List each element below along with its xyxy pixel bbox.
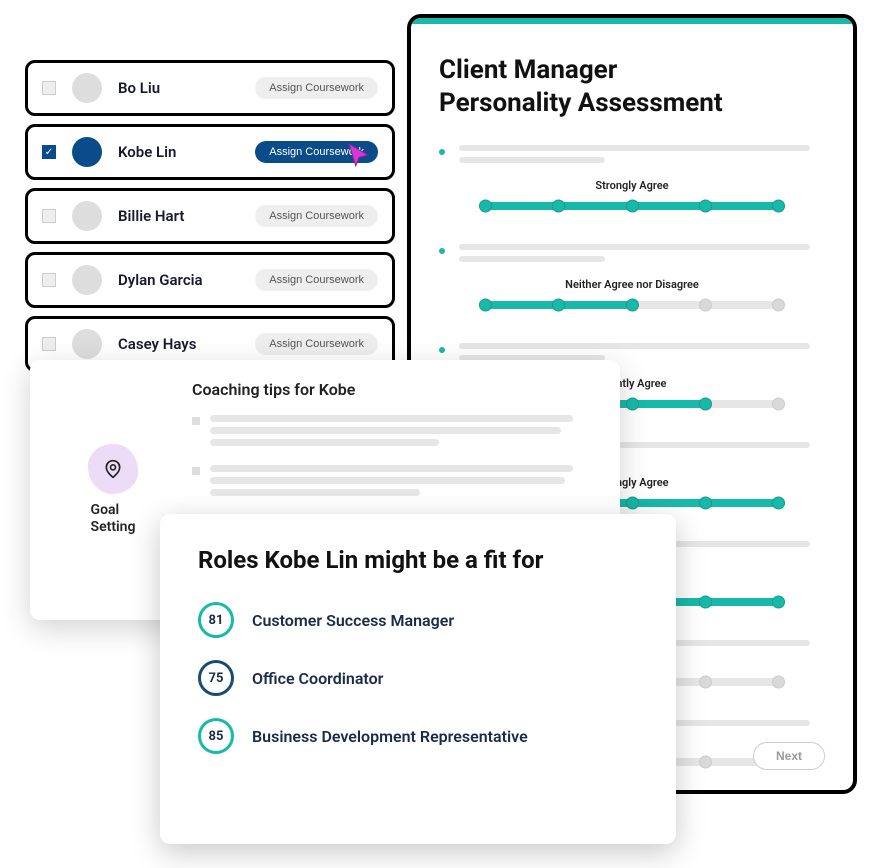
user-name: Bo Liu xyxy=(118,79,239,97)
answer-label: Strongly Agree xyxy=(439,179,825,192)
user-row[interactable]: Dylan Garcia Assign Coursework xyxy=(25,252,395,308)
coaching-category: Goal Setting xyxy=(91,502,136,536)
slider-dot[interactable] xyxy=(699,200,712,213)
tip-item xyxy=(192,415,592,451)
role-item[interactable]: 81 Customer Success Manager xyxy=(198,602,638,638)
user-row[interactable]: ✓ Kobe Lin Assign Coursework xyxy=(25,124,395,180)
user-list-panel: Bo Liu Assign Coursework ✓ Kobe Lin Assi… xyxy=(25,60,395,380)
user-name: Casey Hays xyxy=(118,335,239,353)
slider-dot[interactable] xyxy=(772,596,785,609)
checkbox[interactable] xyxy=(42,81,56,95)
user-row[interactable]: Billie Hart Assign Coursework xyxy=(25,188,395,244)
score-circle: 75 xyxy=(198,660,234,696)
next-button[interactable]: Next xyxy=(753,742,825,770)
slider-dot[interactable] xyxy=(699,398,712,411)
avatar xyxy=(72,201,102,231)
coaching-title: Coaching tips for Kobe xyxy=(192,380,592,399)
avatar xyxy=(72,73,102,103)
bullet-icon xyxy=(439,248,445,254)
user-name: Billie Hart xyxy=(118,207,239,225)
slider-dot[interactable] xyxy=(772,676,785,689)
tip-item xyxy=(192,465,592,501)
avatar xyxy=(72,137,102,167)
score-circle: 85 xyxy=(198,718,234,754)
user-row[interactable]: Bo Liu Assign Coursework xyxy=(25,60,395,116)
assign-coursework-button[interactable]: Assign Coursework xyxy=(255,77,378,99)
slider-dot[interactable] xyxy=(699,497,712,510)
slider-dot[interactable] xyxy=(479,299,492,312)
assign-coursework-button[interactable]: Assign Coursework xyxy=(255,333,378,355)
slider-dot[interactable] xyxy=(699,596,712,609)
slider-dot[interactable] xyxy=(772,497,785,510)
assign-coursework-button[interactable]: Assign Coursework xyxy=(255,269,378,291)
slider-dot[interactable] xyxy=(699,676,712,689)
slider-dot[interactable] xyxy=(772,200,785,213)
question-block: Neither Agree nor Disagree xyxy=(439,244,825,313)
bullet-icon xyxy=(439,149,445,155)
slider-dot[interactable] xyxy=(626,398,639,411)
question-block: Strongly Agree xyxy=(439,145,825,214)
checkbox[interactable]: ✓ xyxy=(42,145,56,159)
role-item[interactable]: 85 Business Development Representative xyxy=(198,718,638,754)
checkbox[interactable] xyxy=(42,337,56,351)
role-item[interactable]: 75 Office Coordinator xyxy=(198,660,638,696)
role-label: Business Development Representative xyxy=(252,727,528,746)
assign-coursework-button[interactable]: Assign Coursework xyxy=(255,205,378,227)
avatar xyxy=(72,265,102,295)
slider-dot[interactable] xyxy=(699,756,712,769)
progress-bar xyxy=(411,18,853,24)
slider-dot[interactable] xyxy=(626,200,639,213)
role-label: Customer Success Manager xyxy=(252,611,454,630)
avatar xyxy=(72,329,102,359)
slider-dot[interactable] xyxy=(772,299,785,312)
role-label: Office Coordinator xyxy=(252,669,383,688)
slider-dot[interactable] xyxy=(626,497,639,510)
slider-dot[interactable] xyxy=(479,200,492,213)
user-name: Dylan Garcia xyxy=(118,271,239,289)
slider-dot[interactable] xyxy=(626,299,639,312)
likert-slider[interactable] xyxy=(479,198,785,214)
slider-dot[interactable] xyxy=(552,200,565,213)
cursor-icon xyxy=(346,142,372,168)
roles-title: Roles Kobe Lin might be a fit for xyxy=(198,546,638,574)
checkbox[interactable] xyxy=(42,209,56,223)
checkbox[interactable] xyxy=(42,273,56,287)
user-name: Kobe Lin xyxy=(118,143,239,161)
roles-panel: Roles Kobe Lin might be a fit for 81 Cus… xyxy=(160,514,676,844)
slider-dot[interactable] xyxy=(699,299,712,312)
assessment-title: Client Manager Personality Assessment xyxy=(439,54,825,119)
slider-dot[interactable] xyxy=(772,398,785,411)
answer-label: Neither Agree nor Disagree xyxy=(439,278,825,291)
score-circle: 81 xyxy=(198,602,234,638)
likert-slider[interactable] xyxy=(479,297,785,313)
goal-blob-icon xyxy=(88,444,138,494)
slider-dot[interactable] xyxy=(552,299,565,312)
bullet-icon xyxy=(439,347,445,353)
